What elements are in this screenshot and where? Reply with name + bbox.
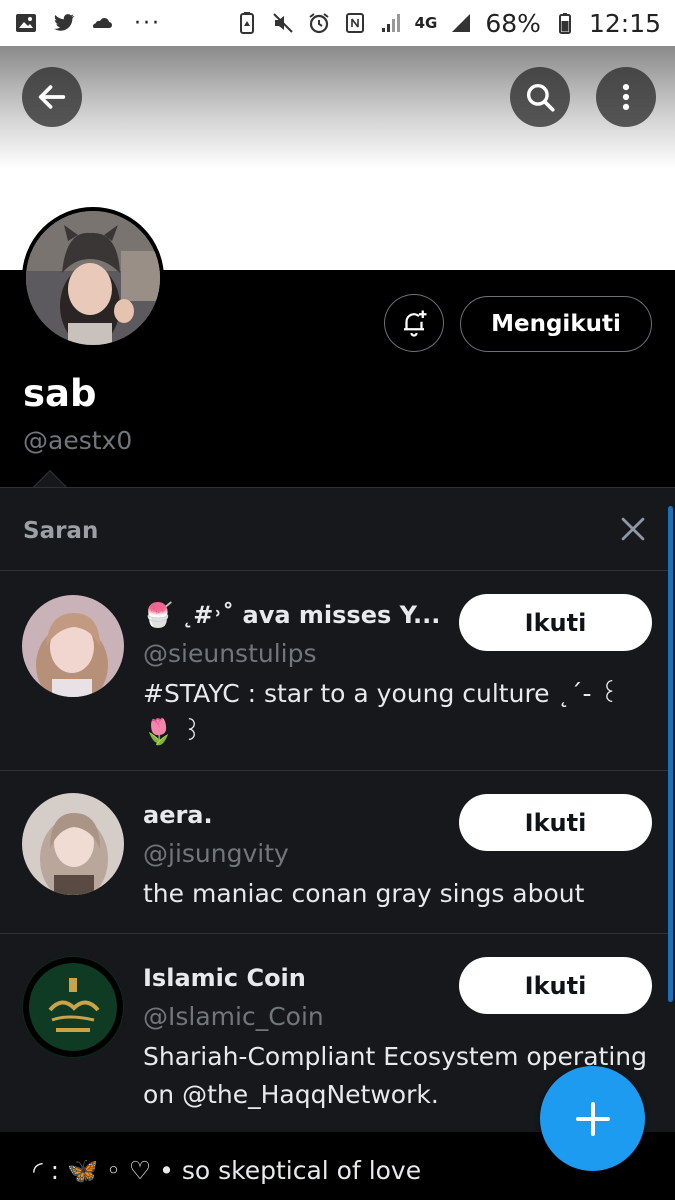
arrow-left-icon bbox=[38, 85, 66, 109]
suggestions-scrollbar[interactable] bbox=[668, 506, 673, 1002]
more-vertical-icon bbox=[622, 83, 630, 111]
follow-button[interactable]: Ikuti bbox=[459, 794, 652, 851]
suggestion-avatar[interactable] bbox=[22, 956, 124, 1058]
close-suggestions-button[interactable] bbox=[616, 512, 650, 546]
battery-icon bbox=[558, 13, 571, 34]
more-notifications-indicator: ··· bbox=[134, 10, 161, 36]
profile-avatar[interactable] bbox=[22, 207, 164, 349]
suggestion-name[interactable]: aera. bbox=[143, 801, 213, 829]
avatar-image bbox=[23, 957, 123, 1057]
bell-plus-icon bbox=[404, 310, 427, 337]
plus-icon bbox=[575, 1101, 610, 1136]
suggestion-bio: the maniac conan gray sings about bbox=[143, 879, 585, 908]
status-bar: ··· 4G 68% 12:15 bbox=[0, 0, 675, 46]
suggestions-title: Saran bbox=[23, 518, 99, 544]
following-button[interactable]: Mengikuti bbox=[460, 296, 652, 352]
profile-name: sab bbox=[23, 372, 97, 415]
suggestions-panel: Saran 🍧 ˛#˒˚ ava misses Y... @sieunstuli… bbox=[0, 487, 675, 1132]
close-icon bbox=[621, 517, 645, 541]
search-icon bbox=[526, 83, 555, 112]
battery-saver-icon bbox=[239, 12, 254, 34]
suggestion-avatar[interactable] bbox=[22, 595, 124, 697]
signal-icon-2 bbox=[452, 14, 471, 32]
profile-handle: @aestx0 bbox=[23, 426, 133, 455]
network-type: 4G bbox=[414, 13, 438, 32]
suggestion-avatar[interactable] bbox=[22, 793, 124, 895]
compose-button[interactable] bbox=[540, 1066, 645, 1171]
follow-button[interactable]: Ikuti bbox=[459, 594, 652, 651]
notify-button[interactable] bbox=[384, 294, 444, 352]
gallery-icon bbox=[16, 14, 36, 32]
more-options-button[interactable] bbox=[596, 67, 656, 127]
cloud-icon bbox=[93, 18, 112, 28]
mute-icon bbox=[272, 13, 293, 33]
suggestion-handle: @jisungvity bbox=[143, 839, 289, 868]
clock: 12:15 bbox=[588, 8, 661, 38]
nfc-icon bbox=[345, 13, 364, 33]
bio-text: ◜ : 🦋 ◦ ♡ • so skeptical of love bbox=[33, 1156, 422, 1185]
search-button[interactable] bbox=[510, 67, 570, 127]
battery-percent: 68% bbox=[485, 8, 541, 38]
suggestion-item[interactable]: 🍧 ˛#˒˚ ava misses Y... @sieunstulips #ST… bbox=[0, 570, 668, 770]
alarm-icon bbox=[309, 13, 329, 34]
suggestion-name[interactable]: Islamic Coin bbox=[143, 964, 306, 992]
back-button[interactable] bbox=[22, 67, 82, 127]
signal-icon bbox=[381, 14, 400, 32]
suggestion-handle: @Islamic_Coin bbox=[143, 1002, 324, 1031]
suggestion-name[interactable]: 🍧 ˛#˒˚ ava misses Y... bbox=[143, 601, 440, 629]
follow-button[interactable]: Ikuti bbox=[459, 957, 652, 1014]
avatar-image bbox=[26, 211, 160, 345]
avatar-image bbox=[22, 793, 124, 895]
suggestion-item[interactable]: aera. @jisungvity the maniac conan gray … bbox=[0, 770, 668, 933]
suggestion-bio: #STAYC : star to a young culture ˛´- ꒰ 🌷… bbox=[143, 679, 620, 746]
suggestion-handle: @sieunstulips bbox=[143, 639, 317, 668]
avatar-image bbox=[22, 595, 124, 697]
twitter-icon bbox=[54, 14, 75, 31]
